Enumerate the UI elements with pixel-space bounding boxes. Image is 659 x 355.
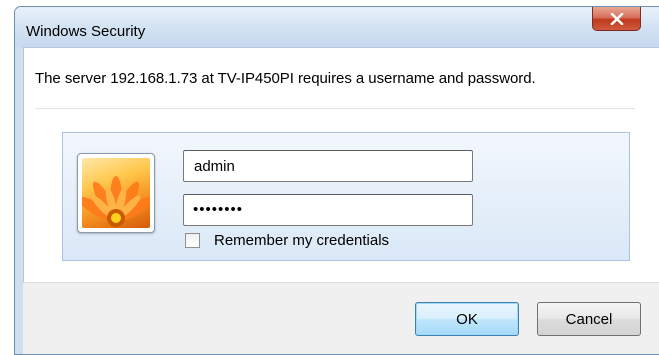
user-tile bbox=[77, 153, 155, 233]
title-bar[interactable]: Windows Security bbox=[15, 7, 659, 47]
window-title: Windows Security bbox=[26, 23, 146, 40]
prompt-message: The server 192.168.1.73 at TV-IP450PI re… bbox=[35, 70, 536, 87]
button-bar: OK Cancel bbox=[23, 282, 659, 354]
cancel-button[interactable]: Cancel bbox=[537, 302, 641, 336]
remember-label[interactable]: Remember my credentials bbox=[214, 232, 389, 249]
ok-button[interactable]: OK bbox=[415, 302, 519, 336]
separator bbox=[35, 108, 635, 109]
close-button[interactable] bbox=[592, 7, 641, 31]
remember-checkbox[interactable] bbox=[185, 233, 200, 248]
user-tile-flower-icon bbox=[82, 158, 150, 228]
dialog-content: The server 192.168.1.73 at TV-IP450PI re… bbox=[23, 47, 659, 282]
password-field[interactable] bbox=[183, 194, 473, 226]
close-icon bbox=[610, 12, 623, 25]
remember-credentials-option[interactable]: Remember my credentials bbox=[185, 232, 389, 249]
windows-security-dialog: Windows Security The server 192.168.1.73… bbox=[14, 6, 659, 355]
credential-tile[interactable]: •••••••• Remember my credentials bbox=[62, 132, 630, 261]
username-field[interactable] bbox=[183, 150, 473, 182]
